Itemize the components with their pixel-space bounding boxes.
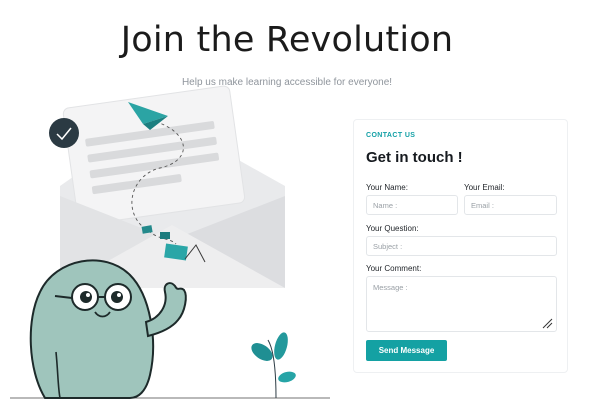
- send-message-button[interactable]: Send Message: [366, 340, 447, 361]
- contact-card: CONTACT US Get in touch ! Your Name: You…: [353, 119, 568, 373]
- message-field[interactable]: [366, 276, 557, 332]
- contact-eyebrow: CONTACT US: [366, 132, 416, 139]
- contact-heading: Get in touch !: [366, 149, 463, 166]
- question-label: Your Question:: [366, 224, 419, 233]
- name-label: Your Name:: [366, 183, 408, 192]
- plant-illustration: [251, 332, 296, 399]
- subject-field[interactable]: [366, 236, 557, 256]
- email-field[interactable]: [464, 195, 557, 215]
- page-title: Join the Revolution: [120, 20, 454, 60]
- name-field[interactable]: [366, 195, 458, 215]
- checkmark-badge-icon: [49, 118, 79, 148]
- email-label: Your Email:: [464, 183, 505, 192]
- resize-grip-icon[interactable]: [541, 317, 553, 329]
- hero-illustration: [10, 85, 330, 399]
- comment-label: Your Comment:: [366, 264, 422, 273]
